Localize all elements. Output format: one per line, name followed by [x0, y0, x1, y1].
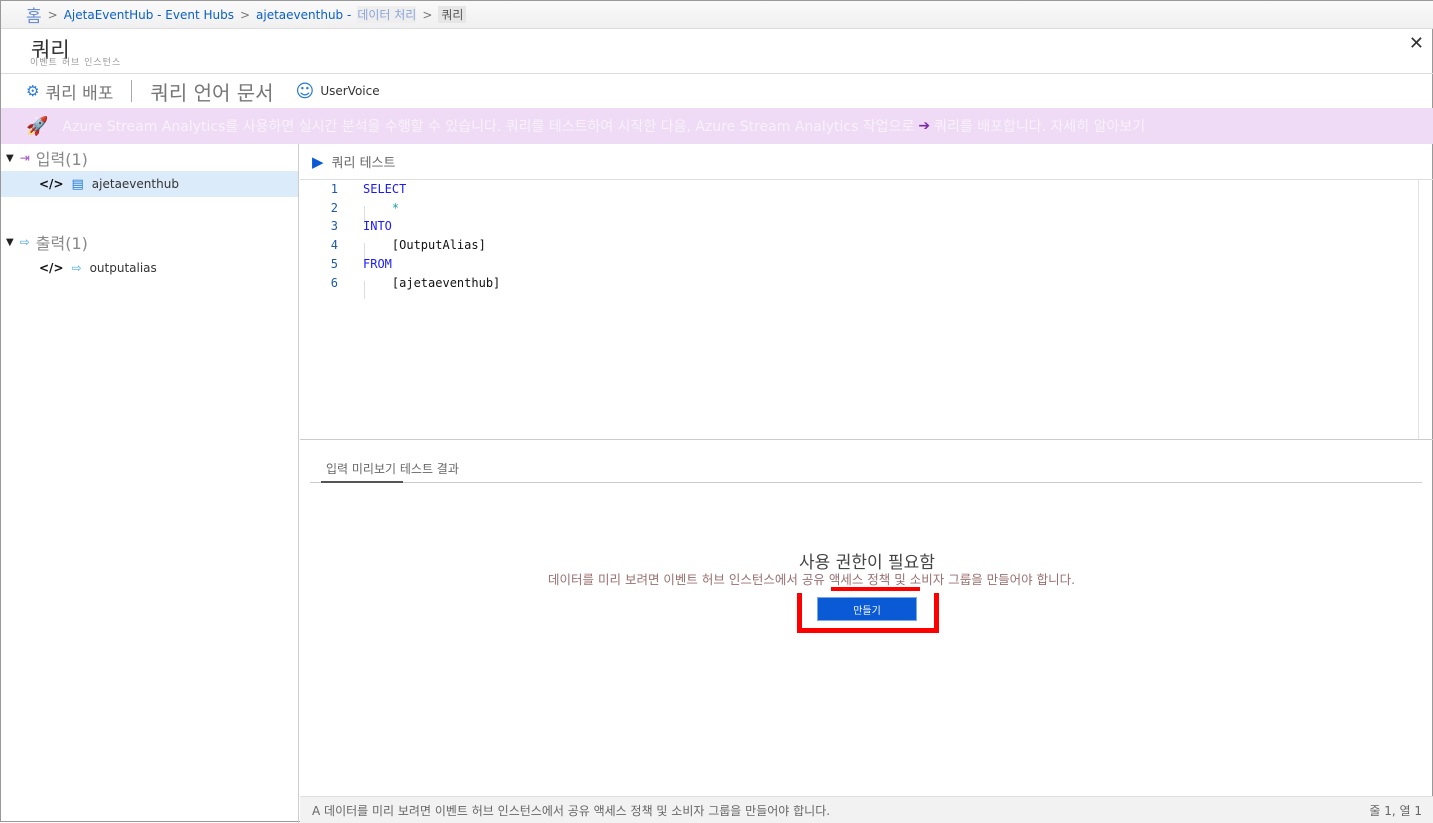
- tree-item-output[interactable]: </> ⇨ outputalias: [1, 255, 298, 281]
- breadcrumb: 홈 > AjetaEventHub - Event Hubs > ajetaeven…: [1, 1, 1433, 29]
- deploy-query-button[interactable]: ⚙ 쿼리 배포: [26, 79, 113, 104]
- toolbar-divider: [131, 80, 133, 102]
- input-icon: ⇥: [19, 151, 30, 165]
- code-line: SELECT: [363, 182, 407, 196]
- breadcrumb-processing[interactable]: 데이터 처리: [357, 6, 417, 23]
- code-line: FROM: [363, 256, 392, 271]
- tree-inputs[interactable]: ▼ ⇥ 입력(1): [1, 145, 298, 171]
- chevron-right-icon: >: [47, 7, 58, 22]
- code-line: INTO: [363, 219, 392, 234]
- create-button[interactable]: 만들기: [817, 597, 917, 621]
- test-query-button[interactable]: ▶ 쿼리 테스트: [300, 144, 1433, 180]
- tab-input-preview[interactable]: 입력 미리보기 테스트 결과: [326, 460, 459, 477]
- query-editor[interactable]: 1 SELECT 2 * 3 INTO 4 [OutputAlias] 5 FROM 6 [aj…: [300, 180, 1420, 439]
- line-number: 6: [330, 275, 338, 290]
- pane-divider: [300, 439, 1433, 440]
- output-icon: ⇨: [71, 261, 82, 275]
- tab-divider: [310, 482, 1422, 483]
- line-number: 2: [330, 200, 338, 215]
- code-icon: </>: [39, 261, 64, 275]
- smiley-icon: ☺: [295, 80, 315, 102]
- uservoice-label: UserVoice: [320, 84, 380, 98]
- close-icon[interactable]: ✕: [1409, 33, 1424, 54]
- arrow-icon: ➔: [918, 118, 931, 134]
- status-message: A 데이터를 미리 보려면 이벤트 허브 인스턴스에서 공유 액세스 정책 및 …: [312, 803, 831, 818]
- toolbar: ⚙ 쿼리 배포 쿼리 언어 문서 ☺ UserVoice: [1, 73, 1433, 108]
- tree-outputs[interactable]: ▼ ⇨ 출력(1): [1, 229, 298, 255]
- play-icon: ▶: [312, 152, 324, 171]
- code-line: [OutputAlias]: [363, 238, 486, 253]
- input-item-label: ajetaeventhub: [91, 177, 179, 191]
- banner-text: Azure Stream Analytics를 사용하면 실시간 분석을 수행할…: [62, 119, 915, 135]
- chevron-right-icon: >: [239, 7, 251, 22]
- tree-item-input[interactable]: </> ▤ ajetaeventhub: [1, 171, 298, 197]
- rocket-icon: 🚀: [26, 115, 49, 137]
- chevron-right-icon: >: [422, 7, 433, 22]
- breadcrumb-current: 쿼리: [438, 6, 467, 23]
- highlight-underline: [831, 587, 920, 591]
- outputs-label: 출력(1): [35, 234, 88, 253]
- editor-scrollbar[interactable]: [1418, 180, 1419, 439]
- page-subtitle: 이벤트 허브 인스턴스: [30, 58, 122, 68]
- line-number: 5: [330, 256, 338, 271]
- line-number: 4: [330, 238, 338, 253]
- status-bar: A 데이터를 미리 보려면 이벤트 허브 인스턴스에서 공유 액세스 정책 및 …: [300, 796, 1433, 823]
- deploy-label: 쿼리 배포: [45, 83, 114, 104]
- docs-label: 쿼리 언어 문서: [150, 80, 274, 105]
- eventhub-icon: ▤: [71, 176, 84, 192]
- info-banner: 🚀 Azure Stream Analytics를 사용하면 실시간 분석을 수…: [1, 108, 1433, 144]
- code-icon: </>: [39, 177, 64, 191]
- line-number: 1: [330, 182, 338, 196]
- breadcrumb-eventhubs[interactable]: AjetaEventHub - Event Hubs: [64, 8, 234, 22]
- io-tree: ▼ ⇥ 입력(1) </> ▤ ajetaeventhub ▼ ⇨ 출력(1) </> ⇨ ou…: [1, 144, 299, 823]
- output-item-label: outputalias: [89, 261, 157, 275]
- caret-down-icon: ▼: [6, 152, 14, 164]
- gear-icon: ⚙: [26, 82, 40, 100]
- permission-message: 데이터를 미리 보려면 이벤트 허브 인스턴스에서 공유 액세스 정책 및 소비…: [548, 572, 1076, 587]
- breadcrumb-home[interactable]: 홈: [26, 2, 42, 27]
- test-query-label: 쿼리 테스트: [331, 156, 396, 171]
- query-docs-button[interactable]: 쿼리 언어 문서: [150, 77, 273, 106]
- query-pane: ▶ 쿼리 테스트 1 SELECT 2 * 3 INTO 4 [OutputAlias] 5 F…: [300, 144, 1433, 823]
- caret-down-icon: ▼: [6, 236, 14, 248]
- inputs-label: 입력(1): [35, 150, 88, 169]
- code-line: [ajetaeventhub]: [363, 275, 501, 290]
- banner-link[interactable]: 쿼리를 배포합니다. 자세히 알아보기: [934, 116, 1145, 136]
- breadcrumb-instance[interactable]: ajetaeventhub -: [256, 8, 351, 22]
- cursor-position: 줄 1, 열 1: [1369, 803, 1422, 818]
- uservoice-button[interactable]: ☺ UserVoice: [296, 81, 380, 102]
- code-line: *: [363, 200, 400, 215]
- tab-active-indicator: [321, 481, 403, 483]
- line-number: 3: [330, 219, 338, 234]
- output-icon: ⇨: [19, 235, 30, 249]
